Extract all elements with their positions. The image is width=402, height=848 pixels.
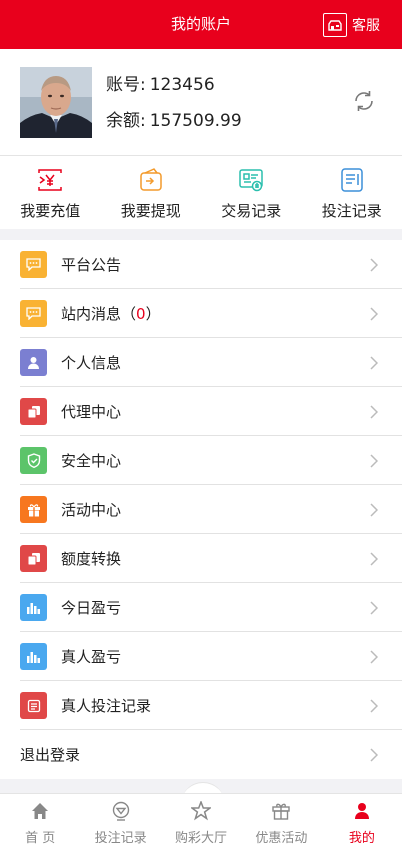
tab-promotions[interactable]: 优惠活动	[241, 794, 321, 848]
messages-label: 站内消息	[61, 305, 122, 323]
menu-item-label: 真人盈亏	[61, 648, 122, 666]
customer-service-button[interactable]: 客服	[323, 13, 380, 37]
tab-label: 我的	[348, 831, 375, 846]
withdraw-button[interactable]: 我要提现	[101, 156, 202, 229]
gift-icon	[20, 496, 47, 523]
menu-item-live-profit[interactable]: 真人盈亏	[0, 632, 402, 681]
account-info: 账号: 123456 余额: 157509.99	[106, 73, 242, 145]
menu-item-label: 个人信息	[61, 354, 122, 372]
menu-list: 平台公告 站内消息（0） 个人信息 代理中心 安全中心 活动中心 额度转换 今日…	[0, 240, 402, 779]
menu-item-security-center[interactable]: 安全中心	[0, 436, 402, 485]
user-icon	[20, 349, 47, 376]
menu-item-label: 安全中心	[61, 452, 122, 470]
customer-service-label: 客服	[352, 18, 380, 34]
menu-item-personal-info[interactable]: 个人信息	[0, 338, 402, 387]
tab-bet-record[interactable]: 投注记录	[80, 794, 160, 848]
avatar[interactable]	[20, 67, 92, 138]
paren-open: （	[121, 305, 137, 323]
menu-item-live-bet-record[interactable]: 真人投注记录	[0, 681, 402, 730]
customer-service-icon	[323, 13, 347, 37]
tab-home[interactable]: 首 页	[0, 794, 80, 848]
bar-chart-icon	[20, 643, 47, 670]
gift-icon	[271, 801, 291, 821]
chevron-right-icon	[370, 698, 379, 713]
lottery-hall-icon	[189, 799, 213, 821]
bet-record-button[interactable]: 投注记录	[302, 156, 402, 229]
bar-chart-icon	[20, 594, 47, 621]
transaction-record-icon	[238, 167, 264, 193]
tab-lottery-hall[interactable]: 购彩大厅	[161, 794, 241, 848]
menu-item-label: 真人投注记录	[61, 697, 152, 715]
menu-item-messages[interactable]: 站内消息（0）	[0, 289, 402, 338]
balance-value: 157509.99	[149, 111, 242, 131]
menu-item-label: 代理中心	[61, 403, 122, 421]
refresh-icon[interactable]	[352, 89, 376, 113]
account-value: 123456	[149, 75, 215, 95]
tab-label: 购彩大厅	[175, 831, 228, 846]
menu-item-logout[interactable]: 退出登录	[0, 730, 402, 779]
chevron-right-icon	[370, 355, 379, 370]
withdraw-label: 我要提现	[120, 202, 181, 220]
menu-item-activity-center[interactable]: 活动中心	[0, 485, 402, 534]
transaction-record-label: 交易记录	[221, 202, 282, 220]
chevron-right-icon	[370, 257, 379, 272]
quick-actions: 我要充值 我要提现 交易记录 投注记录	[0, 156, 402, 229]
menu-item-label: 活动中心	[61, 501, 122, 519]
tab-label: 优惠活动	[255, 831, 308, 846]
recharge-icon	[37, 167, 63, 193]
transaction-record-button[interactable]: 交易记录	[201, 156, 302, 229]
tab-label: 首 页	[25, 831, 56, 846]
menu-item-credit-transfer[interactable]: 额度转换	[0, 534, 402, 583]
chevron-right-icon	[370, 502, 379, 517]
announcement-icon	[20, 251, 47, 278]
agent-icon	[20, 398, 47, 425]
user-icon	[352, 801, 372, 821]
menu-item-label: 额度转换	[61, 550, 122, 568]
chevron-right-icon	[370, 404, 379, 419]
chevron-right-icon	[370, 551, 379, 566]
recharge-label: 我要充值	[20, 202, 81, 220]
chevron-right-icon	[370, 649, 379, 664]
tab-label: 投注记录	[94, 831, 147, 846]
home-icon	[30, 801, 50, 821]
withdraw-icon	[138, 167, 164, 193]
chevron-right-icon	[370, 747, 379, 762]
unread-count-badge: 0	[136, 305, 146, 323]
menu-item-agent-center[interactable]: 代理中心	[0, 387, 402, 436]
chevron-right-icon	[370, 453, 379, 468]
chevron-right-icon	[370, 306, 379, 321]
bottom-tab-bar: 首 页 投注记录 购彩大厅 优惠活动 我的	[0, 793, 402, 848]
paren-close: ）	[145, 305, 161, 323]
chevron-right-icon	[370, 600, 379, 615]
menu-item-label: 站内消息（0）	[61, 303, 161, 324]
menu-item-announcement[interactable]: 平台公告	[0, 240, 402, 289]
bet-record-label: 投注记录	[321, 202, 382, 220]
menu-item-label: 今日盈亏	[61, 599, 122, 617]
account-label: 账号:	[106, 75, 146, 95]
transfer-icon	[20, 545, 47, 572]
tab-mine[interactable]: 我的	[322, 794, 402, 848]
bet-record-icon	[339, 167, 365, 193]
profile-card: 账号: 123456 余额: 157509.99	[0, 49, 402, 156]
message-icon	[20, 300, 47, 327]
menu-item-label: 平台公告	[61, 256, 122, 274]
balance-label: 余额:	[106, 111, 146, 131]
record-icon	[20, 692, 47, 719]
logout-label: 退出登录	[20, 746, 81, 764]
menu-item-today-profit[interactable]: 今日盈亏	[0, 583, 402, 632]
shield-icon	[20, 447, 47, 474]
recharge-button[interactable]: 我要充值	[0, 156, 101, 229]
bet-record-icon	[111, 801, 131, 821]
header: 我的账户 客服	[0, 0, 402, 49]
